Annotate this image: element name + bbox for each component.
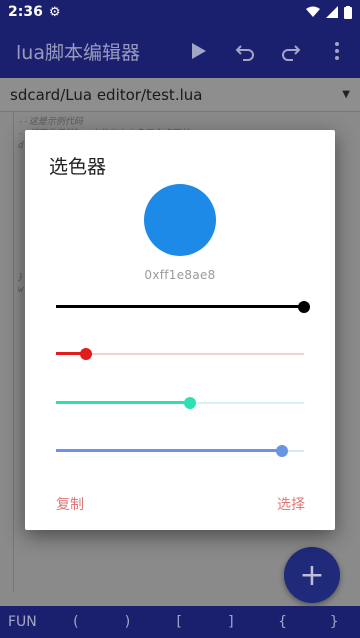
status-bar: 2:36 ⚙ [0, 0, 360, 24]
undo-icon [235, 45, 254, 61]
more-vert-icon [335, 42, 339, 60]
blue-slider[interactable] [56, 443, 304, 459]
file-selector[interactable]: sdcard/Lua editor/test.lua ▼ [0, 78, 360, 112]
alpha-slider[interactable] [56, 299, 310, 315]
copy-button[interactable]: 复制 [56, 494, 84, 514]
red-slider-thumb[interactable] [80, 348, 92, 360]
alpha-slider-fill [56, 305, 304, 308]
file-path: sdcard/Lua editor/test.lua [10, 85, 203, 104]
symbol-open-brace[interactable]: { [257, 614, 309, 630]
redo-button[interactable] [268, 24, 314, 78]
plus-icon: + [299, 557, 325, 593]
signal-icon [326, 6, 338, 18]
app-bar: lua脚本编辑器 [0, 24, 360, 78]
red-slider-track [56, 353, 304, 355]
wifi-icon [306, 6, 320, 17]
symbol-close-brace[interactable]: } [308, 614, 360, 630]
green-slider[interactable] [56, 395, 304, 411]
more-menu-button[interactable] [314, 24, 360, 78]
add-fab-button[interactable]: + [284, 547, 340, 603]
blue-slider-thumb[interactable] [276, 445, 288, 457]
alpha-slider-thumb[interactable] [298, 301, 310, 313]
blue-slider-fill [56, 449, 282, 452]
battery-icon [344, 5, 352, 19]
symbol-open-bracket[interactable]: [ [153, 614, 205, 630]
app-title: lua脚本编辑器 [16, 41, 140, 64]
symbol-fun[interactable]: FUN [0, 614, 50, 630]
red-slider[interactable] [56, 346, 304, 362]
run-button[interactable] [176, 24, 222, 78]
play-icon [192, 43, 206, 59]
green-slider-fill [56, 401, 190, 404]
app-actions [176, 24, 360, 78]
status-time: 2:36 [8, 4, 43, 20]
green-slider-thumb[interactable] [184, 397, 196, 409]
select-button[interactable]: 选择 [277, 494, 305, 514]
symbol-close-paren[interactable]: ) [102, 614, 154, 630]
status-icons [306, 5, 352, 19]
undo-button[interactable] [222, 24, 268, 78]
symbol-open-paren[interactable]: ( [50, 614, 102, 630]
symbol-bar: FUN ( ) [ ] { } [0, 606, 360, 638]
dialog-title: 选色器 [49, 156, 107, 178]
hex-value: 0xff1e8ae8 [144, 268, 216, 282]
dropdown-arrow-icon: ▼ [342, 89, 350, 100]
settings-gear-icon: ⚙ [48, 4, 61, 20]
color-picker-dialog: 选色器 0xff1e8ae8 复制 选择 [25, 130, 335, 530]
redo-icon [282, 45, 301, 61]
symbol-close-bracket[interactable]: ] [205, 614, 257, 630]
code-line: --这是示例代码 [18, 117, 83, 127]
color-preview-swatch [144, 184, 216, 256]
